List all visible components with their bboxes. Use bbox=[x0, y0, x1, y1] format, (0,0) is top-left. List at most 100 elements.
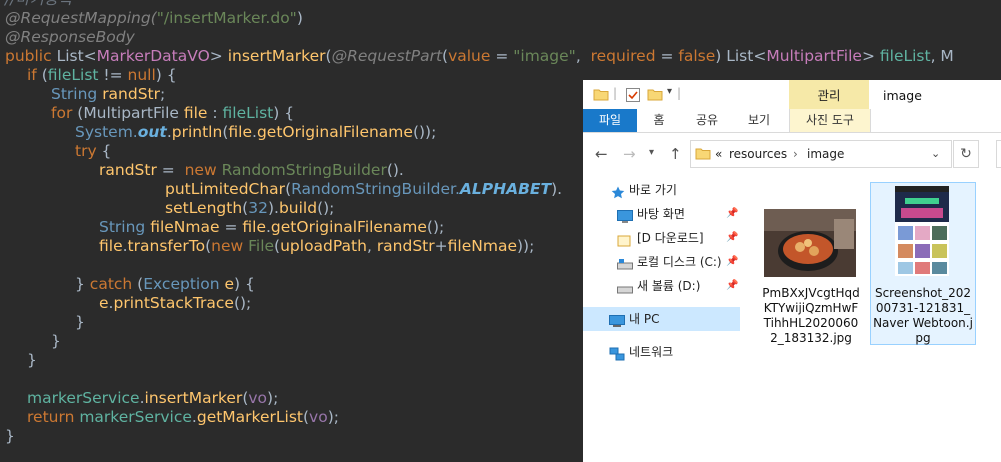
address-dropdown-chevron-icon[interactable]: ⌄ bbox=[931, 141, 940, 167]
separator: | bbox=[613, 86, 618, 100]
code-line-13: file.transferTo(new File(uploadPath, ran… bbox=[99, 237, 534, 256]
code-line-11: setLength(32).build(); bbox=[165, 199, 334, 218]
nav-new-volume-d[interactable]: 새 볼륨 (D:) 📌 bbox=[583, 274, 741, 298]
breadcrumb-image[interactable]: image bbox=[807, 141, 844, 167]
code-line-5: String randStr; bbox=[51, 85, 165, 104]
code-token: , bbox=[575, 47, 591, 65]
network-icon bbox=[609, 345, 625, 361]
class-name: RandomStringBuilder. bbox=[291, 180, 460, 198]
code-token: (); bbox=[233, 294, 252, 312]
code-token: (); bbox=[426, 218, 445, 236]
code-line-18: } bbox=[51, 332, 61, 351]
tab-view[interactable]: 보기 bbox=[745, 109, 773, 132]
number-literal: 32 bbox=[248, 199, 268, 217]
up-arrow-icon[interactable]: ↑ bbox=[669, 145, 682, 163]
code-line-7: System.out.println(file.getOriginalFilen… bbox=[75, 123, 436, 142]
code-line-15: } catch (Exception e) { bbox=[75, 275, 255, 294]
variable: fileNmae bbox=[447, 237, 517, 255]
code-token: (). bbox=[386, 161, 404, 179]
keyword-for: for bbox=[51, 104, 78, 122]
forward-arrow-icon[interactable]: → bbox=[623, 145, 636, 163]
nav-label: 바로 가기 bbox=[629, 183, 677, 197]
variable: markerService bbox=[27, 389, 140, 407]
code-token: (); bbox=[317, 199, 335, 217]
nav-label: 로컬 디스크 (C:) bbox=[637, 255, 722, 269]
pin-icon: 📌 bbox=[726, 280, 739, 291]
code-token: , bbox=[366, 237, 377, 255]
type-name: MultipartFile bbox=[83, 104, 184, 122]
code-token: ); bbox=[267, 389, 279, 407]
drive-icon bbox=[617, 255, 633, 270]
address-bar[interactable]: « resources › image ⌄ bbox=[690, 140, 952, 168]
pin-icon: 📌 bbox=[726, 256, 739, 267]
keyword-catch: catch bbox=[89, 275, 138, 293]
nav-this-pc[interactable]: 내 PC bbox=[583, 307, 740, 331]
annotation-request-mapping: @RequestMapping( bbox=[5, 9, 157, 27]
tab-picture-tools[interactable]: 사진 도구 bbox=[789, 109, 871, 132]
method-name: println bbox=[171, 123, 223, 141]
keyword-false: false bbox=[678, 47, 716, 65]
variable: fileList bbox=[879, 47, 931, 65]
code-token: } bbox=[75, 275, 90, 293]
ribbon-tabs: 파일 홈 공유 보기 사진 도구 bbox=[583, 109, 1001, 133]
method-name: printStackTrace bbox=[113, 294, 234, 312]
code-token: > bbox=[861, 47, 880, 65]
search-box[interactable] bbox=[996, 140, 1001, 168]
back-arrow-icon[interactable]: ← bbox=[595, 145, 608, 163]
customize-qa-icon[interactable]: ▾ bbox=[667, 86, 672, 97]
type-name: MarkerDataVO bbox=[96, 47, 210, 65]
keyword-new: new bbox=[184, 161, 222, 179]
title-bar: | ▾ | 관리 image bbox=[583, 80, 1001, 109]
keyword-new: new bbox=[211, 237, 249, 255]
static-field: out bbox=[137, 123, 167, 141]
breadcrumb-resources[interactable]: resources bbox=[729, 141, 787, 167]
file-thumbnail bbox=[895, 186, 949, 276]
variable: randStr bbox=[102, 85, 161, 103]
code-line-16: e.printStackTrace(); bbox=[99, 294, 251, 313]
code-line-comment: //마커등록 bbox=[5, 0, 73, 9]
nav-local-disk-c[interactable]: 로컬 디스크 (C:) 📌 bbox=[583, 250, 741, 274]
variable: fileList bbox=[47, 66, 99, 84]
string-literal: "image" bbox=[513, 47, 576, 65]
tab-file[interactable]: 파일 bbox=[583, 109, 637, 132]
refresh-button[interactable]: ↻ bbox=[953, 140, 979, 168]
class-name: System. bbox=[75, 123, 138, 141]
code-line-12: String fileNmae = file.getOriginalFilena… bbox=[99, 218, 444, 237]
computer-icon bbox=[609, 312, 625, 327]
code-token: != bbox=[98, 66, 128, 84]
file-item-selected[interactable]: Screenshot_20200731-121831_Naver Webtoon… bbox=[870, 182, 976, 345]
variable: uploadPath bbox=[280, 237, 367, 255]
code-line-2: @ResponseBody bbox=[5, 28, 135, 47]
annotation-response-body: @ResponseBody bbox=[5, 28, 135, 46]
properties-check-icon[interactable] bbox=[625, 87, 641, 106]
code-token: + bbox=[434, 237, 448, 255]
separator: | bbox=[677, 86, 682, 100]
address-overflow-chevron[interactable]: « bbox=[715, 141, 722, 167]
static-field: ALPHABET bbox=[459, 180, 552, 198]
new-folder-icon[interactable] bbox=[647, 87, 663, 104]
tab-home[interactable]: 홈 bbox=[647, 109, 671, 132]
method-name: putLimitedChar bbox=[165, 180, 286, 198]
type-name: String bbox=[51, 85, 103, 103]
nav-downloads[interactable]: [D 다운로드] 📌 bbox=[583, 226, 741, 250]
recent-locations-chevron-icon[interactable]: ▾ bbox=[649, 147, 654, 158]
code-token: = bbox=[219, 218, 243, 236]
code-line-9: randStr = new RandomStringBuilder(). bbox=[99, 161, 404, 180]
folder-icon bbox=[617, 231, 631, 247]
file-item[interactable]: PmBXxJVcgtHqdKTYwijiQzmHwFTihhHL20200602… bbox=[759, 183, 863, 345]
nav-desktop[interactable]: 바탕 화면 📌 bbox=[583, 202, 741, 226]
variable: file bbox=[242, 218, 266, 236]
method-name: build bbox=[278, 199, 318, 217]
code-token: = bbox=[156, 161, 185, 179]
file-name: Screenshot_20200731-121831_Naver Webtoon… bbox=[873, 286, 973, 345]
code-token: ; bbox=[160, 85, 166, 103]
navigation-pane: 바로 가기 바탕 화면 📌 [D 다운로드] 📌 로컬 디스크 (C:) 📌 새… bbox=[583, 173, 741, 462]
tab-share[interactable]: 공유 bbox=[693, 109, 721, 132]
code-line-3: public List<MarkerDataVO> insertMarker(@… bbox=[5, 47, 954, 66]
nav-label: [D 다운로드] bbox=[637, 231, 704, 245]
class-name: RandomStringBuilder bbox=[221, 161, 387, 179]
nav-label: 바탕 화면 bbox=[637, 207, 685, 221]
file-explorer-window[interactable]: | ▾ | 관리 image 파일 홈 공유 보기 사진 도구 ← → ▾ ↑ … bbox=[583, 80, 1001, 462]
method-name: insertMarker bbox=[144, 389, 243, 407]
folder-icon[interactable] bbox=[593, 87, 609, 104]
